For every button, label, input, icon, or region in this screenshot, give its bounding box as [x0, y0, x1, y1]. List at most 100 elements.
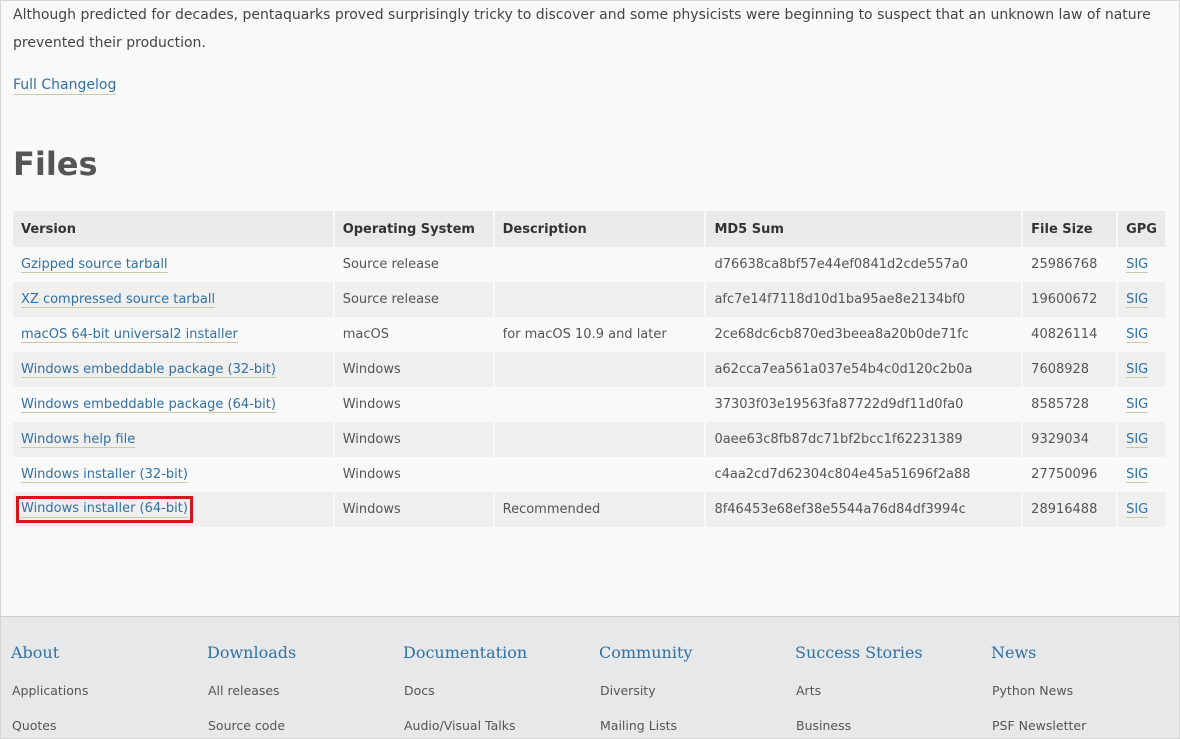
- sig-link[interactable]: SIG: [1126, 502, 1149, 518]
- description-cell: [494, 422, 705, 457]
- description-cell: for macOS 10.9 and later: [494, 317, 705, 352]
- table-row: Windows help file Windows 0aee63c8fb87dc…: [13, 422, 1165, 457]
- size-cell: 40826114: [1023, 317, 1117, 352]
- page: Although predicted for decades, pentaqua…: [0, 0, 1180, 739]
- footer-link-applications[interactable]: Applications: [12, 683, 88, 698]
- footer-link-docs[interactable]: Docs: [404, 683, 435, 698]
- header-version: Version: [13, 211, 333, 247]
- footer-link-arts[interactable]: Arts: [796, 683, 821, 698]
- footer-link-source-code[interactable]: Source code: [208, 718, 285, 733]
- header-gpg: GPG: [1118, 211, 1165, 247]
- os-cell: Windows: [334, 457, 493, 492]
- gpg-cell: SIG: [1118, 317, 1165, 352]
- sig-link[interactable]: SIG: [1126, 467, 1149, 483]
- os-cell: Windows: [334, 422, 493, 457]
- size-cell: 8585728: [1023, 387, 1117, 422]
- sig-link[interactable]: SIG: [1126, 292, 1149, 308]
- os-cell: Source release: [334, 247, 493, 282]
- footer-heading-news[interactable]: News: [991, 643, 1036, 662]
- footer-link-audio-visual-talks[interactable]: Audio/Visual Talks: [404, 718, 515, 733]
- description-cell: [494, 282, 705, 317]
- gpg-cell: SIG: [1118, 422, 1165, 457]
- version-cell: Gzipped source tarball: [13, 247, 333, 282]
- table-row: Windows embeddable package (64-bit) Wind…: [13, 387, 1165, 422]
- gpg-cell: SIG: [1118, 387, 1165, 422]
- os-cell: Windows: [334, 492, 493, 527]
- md5-cell: 2ce68dc6cb870ed3beea8a20b0de71fc: [706, 317, 1022, 352]
- os-cell: Source release: [334, 282, 493, 317]
- footer-link-quotes[interactable]: Quotes: [12, 718, 57, 733]
- md5-cell: c4aa2cd7d62304c804e45a51696f2a88: [706, 457, 1022, 492]
- table-row: Windows embeddable package (32-bit) Wind…: [13, 352, 1165, 387]
- version-cell: Windows installer (32-bit): [13, 457, 333, 492]
- md5-cell: a62cca7ea561a037e54b4c0d120c2b0a: [706, 352, 1022, 387]
- table-row: macOS 64-bit universal2 installer macOS …: [13, 317, 1165, 352]
- sig-link[interactable]: SIG: [1126, 257, 1149, 273]
- gpg-cell: SIG: [1118, 282, 1165, 317]
- size-cell: 9329034: [1023, 422, 1117, 457]
- header-operating-system: Operating System: [334, 211, 493, 247]
- footer-link-mailing-lists[interactable]: Mailing Lists: [600, 718, 677, 733]
- table-row: Gzipped source tarball Source release d7…: [13, 247, 1165, 282]
- md5-cell: 8f46453e68ef38e5544a76d84df3994c: [706, 492, 1022, 527]
- footer-heading-success-stories[interactable]: Success Stories: [795, 643, 923, 662]
- description-cell: [494, 352, 705, 387]
- md5-cell: 0aee63c8fb87dc71bf2bcc1f62231389: [706, 422, 1022, 457]
- table-header-row: Version Operating System Description MD5…: [13, 211, 1165, 247]
- header-md5-sum: MD5 Sum: [706, 211, 1022, 247]
- files-heading: Files: [13, 145, 98, 183]
- download-link[interactable]: Windows installer (32-bit): [21, 467, 188, 483]
- download-link[interactable]: Windows embeddable package (64-bit): [21, 397, 276, 413]
- sig-link[interactable]: SIG: [1126, 362, 1149, 378]
- gpg-cell: SIG: [1118, 492, 1165, 527]
- version-cell: Windows embeddable package (64-bit): [13, 387, 333, 422]
- footer-link-diversity[interactable]: Diversity: [600, 683, 656, 698]
- version-cell: XZ compressed source tarball: [13, 282, 333, 317]
- md5-cell: 37303f03e19563fa87722d9df11d0fa0: [706, 387, 1022, 422]
- footer-heading-about[interactable]: About: [11, 643, 59, 662]
- windows-installer-64-link[interactable]: Windows installer (64-bit): [16, 496, 193, 523]
- footer-heading-community[interactable]: Community: [599, 643, 692, 662]
- table-row: Windows installer (64-bit) Windows Recom…: [13, 492, 1165, 527]
- description-cell: [494, 457, 705, 492]
- sig-link[interactable]: SIG: [1126, 327, 1149, 343]
- sig-link[interactable]: SIG: [1126, 432, 1149, 448]
- download-link[interactable]: Windows help file: [21, 432, 136, 448]
- size-cell: 28916488: [1023, 492, 1117, 527]
- download-link[interactable]: Gzipped source tarball: [21, 257, 168, 273]
- full-changelog-link[interactable]: Full Changelog: [13, 76, 117, 95]
- os-cell: Windows: [334, 352, 493, 387]
- gpg-cell: SIG: [1118, 457, 1165, 492]
- version-cell: macOS 64-bit universal2 installer: [13, 317, 333, 352]
- size-cell: 25986768: [1023, 247, 1117, 282]
- sig-link[interactable]: SIG: [1126, 397, 1149, 413]
- gpg-cell: SIG: [1118, 352, 1165, 387]
- files-table: Version Operating System Description MD5…: [11, 211, 1167, 527]
- intro-paragraph: Although predicted for decades, pentaqua…: [13, 7, 1151, 51]
- description-cell: [494, 387, 705, 422]
- md5-cell: afc7e14f7118d10d1ba95ae8e2134bf0: [706, 282, 1022, 317]
- table-row: XZ compressed source tarball Source rele…: [13, 282, 1165, 317]
- download-link[interactable]: macOS 64-bit universal2 installer: [21, 327, 238, 343]
- footer-link-business[interactable]: Business: [796, 718, 851, 733]
- header-description: Description: [494, 211, 705, 247]
- footer-heading-documentation[interactable]: Documentation: [403, 643, 527, 662]
- version-cell: Windows embeddable package (32-bit): [13, 352, 333, 387]
- gpg-cell: SIG: [1118, 247, 1165, 282]
- header-file-size: File Size: [1023, 211, 1117, 247]
- size-cell: 7608928: [1023, 352, 1117, 387]
- footer-link-python-news[interactable]: Python News: [992, 683, 1073, 698]
- footer-link-all-releases[interactable]: All releases: [208, 683, 280, 698]
- size-cell: 19600672: [1023, 282, 1117, 317]
- description-cell: Recommended: [494, 492, 705, 527]
- site-footer: About Applications Quotes Downloads All …: [1, 616, 1179, 738]
- download-link[interactable]: XZ compressed source tarball: [21, 292, 216, 308]
- download-link[interactable]: Windows embeddable package (32-bit): [21, 362, 276, 378]
- table-row: Windows installer (32-bit) Windows c4aa2…: [13, 457, 1165, 492]
- footer-link-psf-newsletter[interactable]: PSF Newsletter: [992, 718, 1086, 733]
- footer-heading-downloads[interactable]: Downloads: [207, 643, 296, 662]
- version-cell: Windows installer (64-bit): [13, 492, 333, 527]
- os-cell: Windows: [334, 387, 493, 422]
- version-cell: Windows help file: [13, 422, 333, 457]
- md5-cell: d76638ca8bf57e44ef0841d2cde557a0: [706, 247, 1022, 282]
